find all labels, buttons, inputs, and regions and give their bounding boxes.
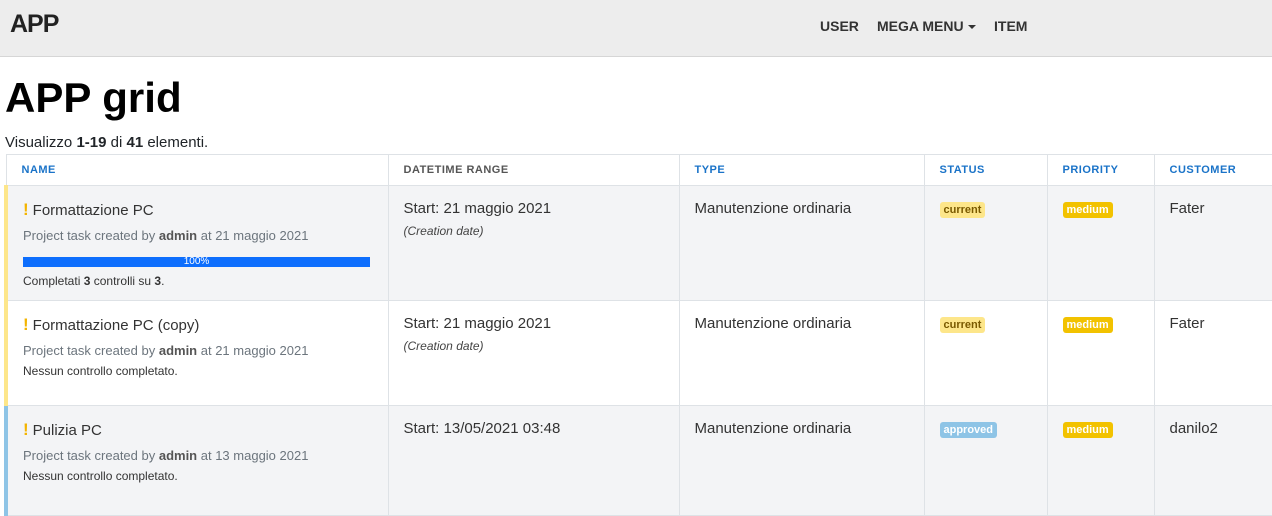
column-header-status[interactable]: STATUS (923, 154, 1048, 186)
brand-logo[interactable]: APP (10, 10, 59, 39)
navbar: APP USER MEGA MENU ITEM (0, 0, 1272, 57)
priority-badge: medium (1062, 202, 1113, 218)
range-note: (Creation date) (403, 224, 484, 238)
meta-suffix: at 21 maggio 2021 (197, 228, 309, 243)
nav-item-mega-menu-label: MEGA MENU (877, 18, 964, 34)
progress-bar: 100% (23, 257, 370, 267)
cell-customer: Fater (1153, 185, 1272, 301)
cell-name: ! Pulizia PC Project task created by admi… (4, 405, 389, 516)
cell-datetime-range: Start: 21 maggio 2021 (Creation date) (387, 300, 680, 406)
task-title[interactable]: Formattazione PC (copy) (33, 317, 200, 334)
priority-badge: medium (1062, 317, 1113, 333)
cell-priority: medium (1046, 405, 1155, 516)
status-badge: current (939, 317, 986, 333)
priority-badge: medium (1062, 422, 1113, 438)
task-title-line: ! Formattazione PC (23, 200, 373, 220)
status-badge: current (939, 202, 986, 218)
cell-priority: medium (1046, 300, 1155, 406)
table-row[interactable]: ! Pulizia PC Project task created by admi… (4, 405, 1272, 516)
page-title: APP grid (5, 74, 182, 121)
summary-suffix: elementi. (143, 134, 209, 151)
task-title-line: ! Pulizia PC (23, 420, 373, 440)
cell-priority: medium (1046, 185, 1155, 301)
checks-prefix: Completati (23, 274, 84, 288)
checks-summary: Nessun controllo completato. (23, 364, 178, 378)
table-row[interactable]: ! Formattazione PC Project task created b… (4, 185, 1272, 301)
column-header-customer[interactable]: CUSTOMER (1153, 154, 1272, 186)
cell-customer: Fater (1153, 300, 1272, 406)
range-start: Start: 13/05/2021 03:48 (403, 420, 561, 437)
cell-name: ! Formattazione PC (copy) Project task cr… (4, 300, 389, 406)
range-note: (Creation date) (403, 339, 484, 353)
meta-user: admin (158, 228, 198, 243)
caret-down-icon (967, 25, 976, 30)
checks-suffix: . (161, 274, 165, 288)
meta-prefix: Project task created by (23, 343, 159, 358)
checks-middle: controlli su (90, 274, 155, 288)
task-meta: Project task created by admin at 13 magg… (23, 448, 373, 463)
cell-status: current (923, 300, 1048, 406)
nav-item-mega-menu[interactable]: MEGA MENU (877, 18, 976, 34)
meta-user: admin (158, 343, 198, 358)
task-meta: Project task created by admin at 21 magg… (23, 343, 373, 358)
meta-suffix: at 13 maggio 2021 (197, 448, 309, 463)
column-header-datetime-range: DATETIME RANGE (387, 154, 680, 186)
column-header-priority[interactable]: PRIORITY (1046, 154, 1155, 186)
exclamation-icon: ! (23, 315, 29, 334)
status-badge: approved (939, 422, 998, 438)
cell-datetime-range: Start: 21 maggio 2021 (Creation date) (387, 185, 680, 301)
meta-prefix: Project task created by (23, 228, 159, 243)
summary-total: 41 (126, 134, 144, 151)
summary-prefix: Visualizzo (5, 134, 77, 151)
meta-suffix: at 21 maggio 2021 (197, 343, 309, 358)
task-meta: Project task created by admin at 21 magg… (23, 228, 373, 243)
cell-status: current (923, 185, 1048, 301)
cell-datetime-range: Start: 13/05/2021 03:48 (387, 405, 680, 516)
data-grid: NAME DATETIME RANGE TYPE STATUS PRIORITY… (4, 154, 1272, 516)
summary-range: 1-19 (76, 134, 107, 151)
exclamation-icon: ! (23, 200, 29, 219)
column-header-type[interactable]: TYPE (678, 154, 925, 186)
nav-item-user[interactable]: USER (820, 18, 859, 34)
task-title-line: ! Formattazione PC (copy) (23, 315, 373, 335)
cell-type: Manutenzione ordinaria (678, 185, 925, 301)
cell-name: ! Formattazione PC Project task created b… (4, 185, 389, 301)
meta-prefix: Project task created by (23, 448, 159, 463)
exclamation-icon: ! (23, 420, 29, 439)
range-start: Start: 21 maggio 2021 (403, 200, 552, 217)
cell-customer: danilo2 (1153, 405, 1272, 516)
checks-summary: Completati 3 controlli su 3. (23, 274, 373, 288)
checks-summary: Nessun controllo completato. (23, 469, 178, 483)
meta-user: admin (158, 448, 198, 463)
range-start: Start: 21 maggio 2021 (403, 315, 552, 332)
task-title[interactable]: Formattazione PC (33, 202, 154, 219)
task-title[interactable]: Pulizia PC (33, 422, 102, 439)
nav-item-item[interactable]: ITEM (994, 18, 1027, 34)
cell-type: Manutenzione ordinaria (678, 300, 925, 406)
grid-summary: Visualizzo 1-19 di 41 elementi. (5, 134, 208, 151)
column-header-name[interactable]: NAME (5, 154, 389, 186)
cell-type: Manutenzione ordinaria (678, 405, 925, 516)
table-row[interactable]: ! Formattazione PC (copy) Project task cr… (4, 300, 1272, 406)
header-row: NAME DATETIME RANGE TYPE STATUS PRIORITY… (5, 154, 1272, 186)
summary-middle: di (106, 134, 127, 151)
cell-status: approved (923, 405, 1048, 516)
